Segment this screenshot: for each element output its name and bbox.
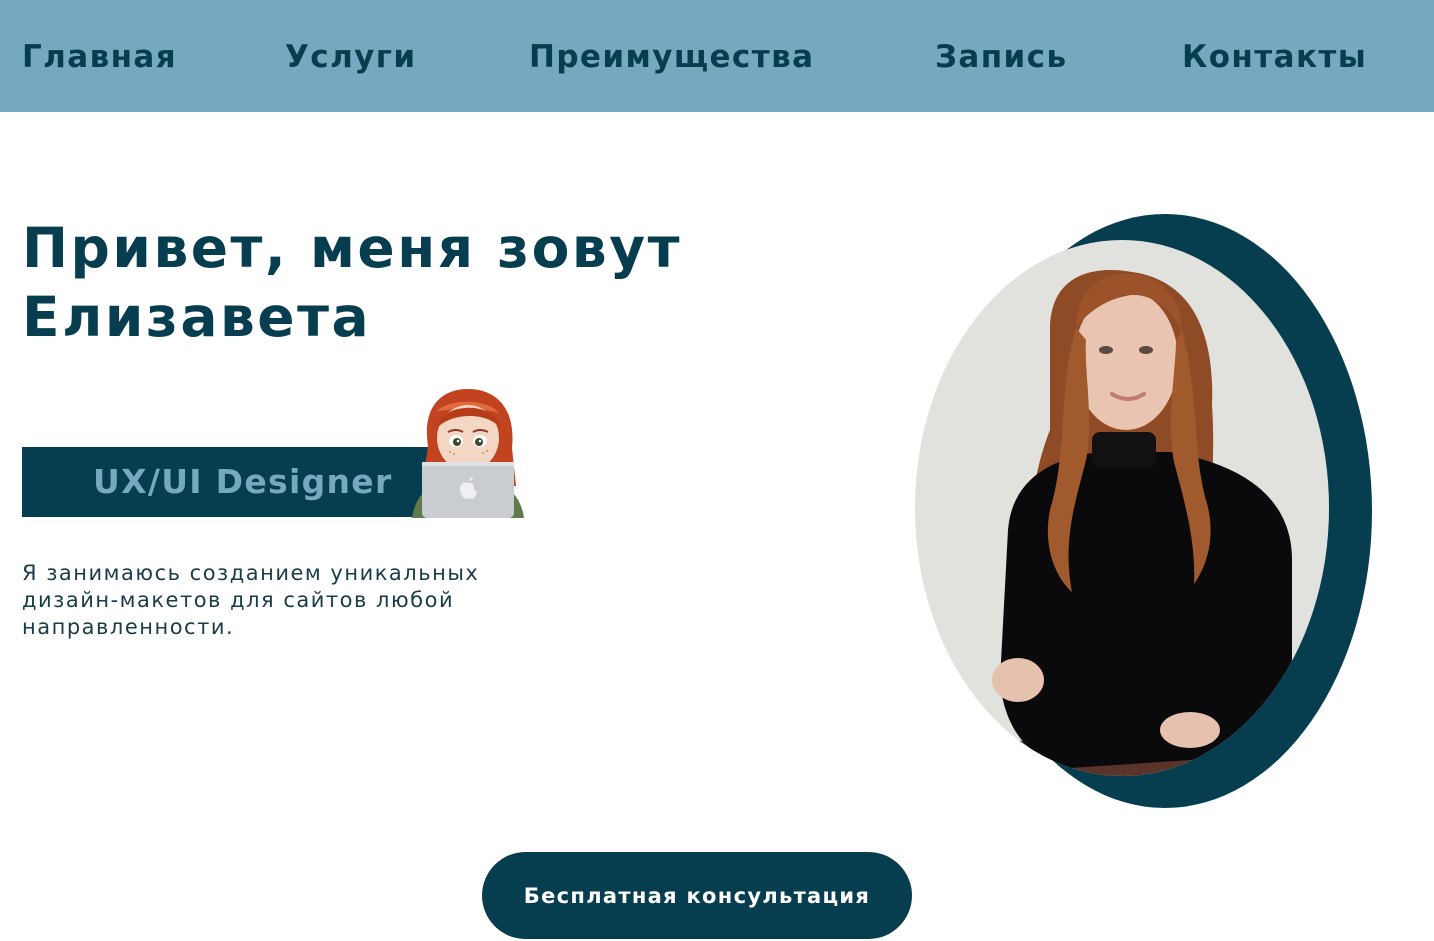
portrait-photo [915, 214, 1372, 808]
hero-title: Привет, меня зовут Елизавета [22, 214, 782, 352]
memoji-avatar-with-laptop-icon [412, 389, 524, 518]
nav-link-contacts[interactable]: Контакты [1182, 34, 1367, 80]
page: Главная Услуги Преимущества Запись Конта… [0, 0, 1434, 941]
hero-title-line-2: Елизавета [22, 285, 372, 349]
nav-link-advantages[interactable]: Преимущества [529, 34, 814, 80]
role-badge: UX/UI Designer [22, 447, 434, 517]
nav-link-home[interactable]: Главная [22, 34, 177, 80]
free-consultation-button[interactable]: Бесплатная консультация [482, 852, 912, 939]
role-badge-label: UX/UI Designer [93, 462, 393, 501]
nav-link-services[interactable]: Услуги [285, 34, 417, 80]
hero-description: Я занимаюсь созданием уникальных дизайн-… [22, 561, 480, 639]
nav-link-booking[interactable]: Запись [935, 34, 1067, 80]
top-navigation: Главная Услуги Преимущества Запись Конта… [0, 0, 1434, 112]
hero-title-line-1: Привет, меня зовут [22, 216, 682, 280]
